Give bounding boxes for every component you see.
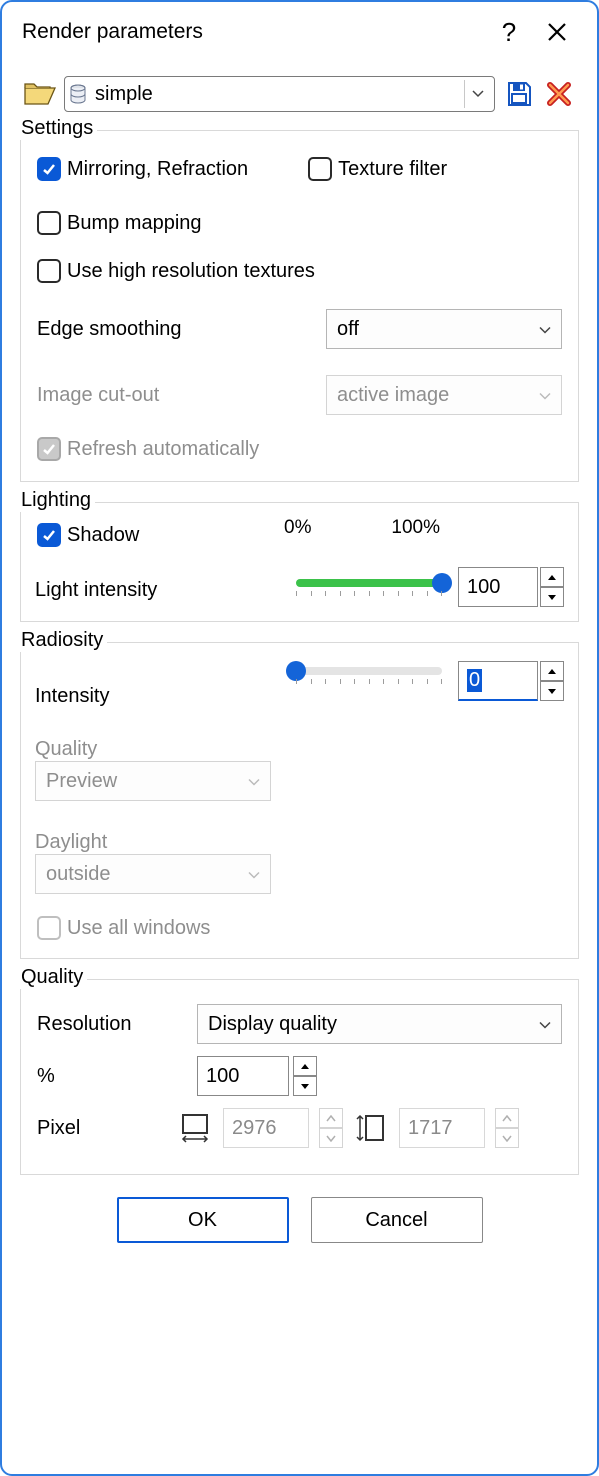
resolution-value: Display quality	[208, 1013, 337, 1036]
light-intensity-slider[interactable]	[296, 573, 442, 601]
database-icon	[65, 84, 91, 104]
ok-button[interactable]: OK	[117, 1197, 289, 1243]
radiosity-quality-select: Preview	[35, 761, 271, 801]
mirroring-checkbox[interactable]	[37, 157, 61, 181]
preset-row: simple	[24, 76, 575, 112]
chevron-down-icon	[539, 318, 551, 341]
texture-filter-label: Texture filter	[338, 158, 447, 181]
quality-legend: Quality	[19, 966, 87, 989]
cutout-select: active image	[326, 375, 562, 415]
radiosity-quality-label: Quality	[35, 738, 564, 761]
dialog-window: Render parameters ? simple	[0, 0, 599, 1476]
check-icon	[42, 442, 56, 456]
radiosity-intensity-label: Intensity	[35, 661, 296, 708]
edge-smoothing-value: off	[337, 318, 359, 341]
close-button[interactable]	[533, 12, 581, 52]
spin-up-button[interactable]	[293, 1056, 317, 1076]
spin-down-button[interactable]	[540, 681, 564, 701]
daylight-label: Daylight	[35, 831, 564, 854]
edge-smoothing-select[interactable]: off	[326, 309, 562, 349]
radiosity-intensity-slider[interactable]	[296, 661, 442, 689]
titlebar: Render parameters ?	[2, 2, 597, 56]
light-intensity-input[interactable]	[458, 567, 538, 607]
edge-smoothing-label: Edge smoothing	[37, 318, 326, 341]
refresh-checkbox	[37, 437, 61, 461]
highres-checkbox[interactable]	[37, 259, 61, 283]
daylight-value: outside	[46, 863, 111, 886]
texture-filter-checkbox[interactable]	[308, 157, 332, 181]
width-input	[223, 1108, 309, 1148]
pixel-label: Pixel	[37, 1117, 167, 1140]
dialog-buttons: OK Cancel	[20, 1183, 579, 1267]
all-windows-label: Use all windows	[67, 917, 210, 940]
delete-preset-button[interactable]	[543, 78, 575, 110]
radiosity-legend: Radiosity	[19, 629, 107, 652]
cutout-label: Image cut-out	[37, 384, 326, 407]
check-icon	[42, 162, 56, 176]
folder-icon	[24, 81, 56, 107]
delete-icon	[545, 80, 573, 108]
bump-checkbox[interactable]	[37, 211, 61, 235]
highres-label: Use high resolution textures	[67, 260, 315, 283]
cutout-value: active image	[337, 384, 449, 407]
preset-value: simple	[91, 83, 464, 106]
chevron-down-icon	[248, 863, 260, 886]
spin-up-button	[319, 1108, 343, 1128]
resolution-label: Resolution	[37, 1013, 197, 1036]
refresh-label: Refresh automatically	[67, 438, 259, 461]
percent-label: %	[37, 1065, 197, 1088]
spin-down-button[interactable]	[540, 587, 564, 607]
save-preset-button[interactable]	[503, 78, 535, 110]
mirroring-label: Mirroring, Refraction	[67, 158, 248, 181]
spin-up-button	[495, 1108, 519, 1128]
settings-group: Settings Mirroring, Refraction Texture f…	[20, 130, 579, 482]
chevron-down-icon	[539, 1013, 551, 1036]
shadow-label: Shadow	[67, 524, 139, 547]
ok-label: OK	[188, 1209, 217, 1232]
quality-group: Quality Resolution Display quality % Pix…	[20, 979, 579, 1175]
spin-down-button	[495, 1128, 519, 1148]
save-icon	[505, 80, 533, 108]
radiosity-intensity-value: 0	[467, 669, 482, 692]
chevron-down-icon	[248, 770, 260, 793]
open-preset-button[interactable]	[24, 81, 56, 107]
slider-max-label: 100%	[391, 517, 440, 539]
height-input	[399, 1108, 485, 1148]
dialog-title: Render parameters	[22, 20, 485, 44]
spin-up-button[interactable]	[540, 567, 564, 587]
slider-min-label: 0%	[284, 517, 311, 539]
resolution-select[interactable]: Display quality	[197, 1004, 562, 1044]
preset-dropdown[interactable]: simple	[64, 76, 495, 112]
radiosity-intensity-input[interactable]: 0	[458, 661, 538, 701]
lighting-legend: Lighting	[19, 489, 95, 512]
width-icon	[175, 1112, 215, 1144]
spin-up-button[interactable]	[540, 661, 564, 681]
check-icon	[42, 528, 56, 542]
all-windows-checkbox	[37, 916, 61, 940]
percent-input[interactable]	[197, 1056, 289, 1096]
shadow-checkbox[interactable]	[37, 523, 61, 547]
cancel-button[interactable]: Cancel	[311, 1197, 483, 1243]
close-icon	[547, 22, 567, 42]
spin-down-button[interactable]	[293, 1076, 317, 1096]
cancel-label: Cancel	[365, 1209, 427, 1232]
bump-label: Bump mapping	[67, 212, 202, 235]
help-icon: ?	[502, 17, 516, 48]
radiosity-quality-value: Preview	[46, 770, 117, 793]
settings-legend: Settings	[19, 117, 97, 140]
height-icon	[351, 1111, 391, 1145]
light-intensity-label: Light intensity	[35, 573, 296, 602]
radiosity-group: Radiosity Intensity 0	[20, 642, 579, 959]
lighting-group: Lighting Shadow 0% 100%	[20, 502, 579, 622]
content-area: simple Setti	[2, 56, 597, 1474]
chevron-down-icon	[539, 384, 551, 407]
spin-down-button	[319, 1128, 343, 1148]
chevron-down-icon	[464, 80, 490, 108]
help-button[interactable]: ?	[485, 12, 533, 52]
daylight-select: outside	[35, 854, 271, 894]
